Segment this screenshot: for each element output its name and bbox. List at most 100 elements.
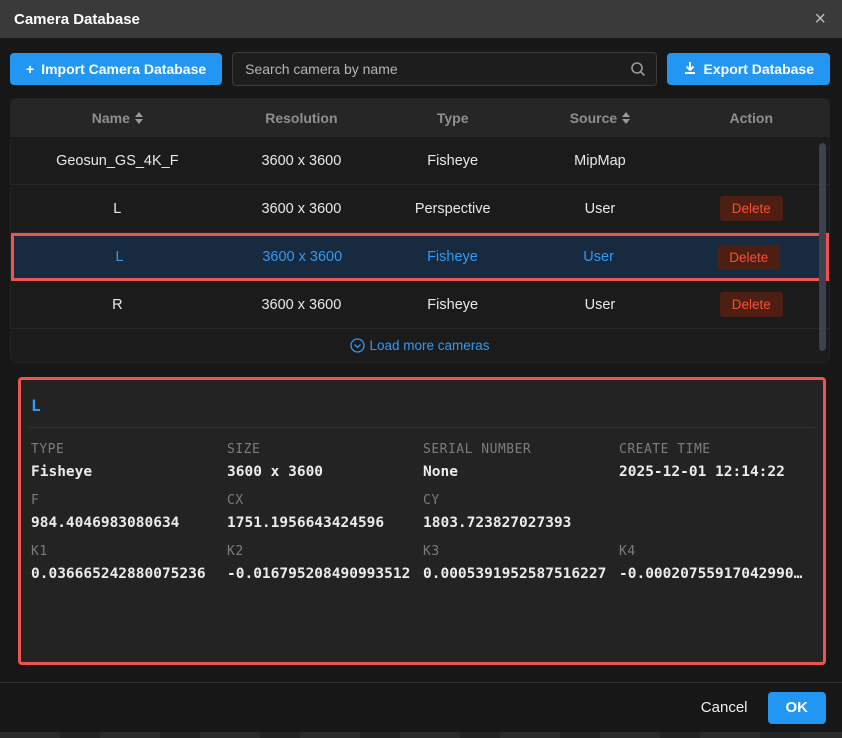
column-header-name[interactable]: Name [11, 110, 224, 126]
column-header-label: Resolution [265, 110, 337, 126]
chevron-down-circle-icon [350, 338, 365, 353]
field-value: 984.4046983080634 [31, 515, 227, 531]
table-row[interactable]: L3600 x 3600FisheyeUser Delete [11, 233, 829, 281]
cell-type: Perspective [379, 201, 526, 217]
column-header-label: Name [92, 110, 130, 126]
table-row[interactable]: Geosun_GS_4K_F3600 x 3600FisheyeMipMap [11, 137, 829, 185]
dialog-titlebar: Camera Database × [0, 0, 842, 38]
cell-name: Geosun_GS_4K_F [11, 153, 224, 169]
cancel-button[interactable]: Cancel [701, 699, 748, 716]
details-field-k2: K2 -0.016795208490993512 [227, 544, 423, 582]
table-body: Geosun_GS_4K_F3600 x 3600FisheyeMipMapL3… [11, 137, 829, 329]
details-fields: TYPEFisheyeSIZE 3600 x 3600SERIAL NUMBERN… [29, 442, 815, 582]
details-field-serial-number: SERIAL NUMBERNone [423, 442, 619, 480]
toolbar: + Import Camera Database Export Database [0, 38, 842, 98]
cell-source: User [526, 201, 673, 217]
search-icon [630, 61, 646, 77]
details-field-cx: CX 1751.1956643424596 [227, 493, 423, 531]
cell-action: Delete [674, 292, 829, 317]
details-field-f: F 984.4046983080634 [31, 493, 227, 531]
column-header-label: Type [437, 110, 469, 126]
details-field-k4: K4 -0.00020755917042990… [619, 544, 815, 582]
export-button-label: Export Database [704, 61, 814, 77]
field-label: SIZE [227, 442, 423, 457]
details-field-create-time: CREATE TIME 2025-12-01 12:14:22 [619, 442, 815, 480]
field-value: 1803.723827027393 [423, 515, 619, 531]
background-window-strip [0, 732, 842, 738]
cell-resolution: 3600 x 3600 [224, 201, 379, 217]
details-field-size: SIZE 3600 x 3600 [227, 442, 423, 480]
details-field-k1: K1 0.036665242880075236 [31, 544, 227, 582]
cell-resolution: 3600 x 3600 [224, 297, 379, 313]
dialog-title: Camera Database [14, 11, 140, 28]
field-label: K3 [423, 544, 619, 559]
ok-button[interactable]: OK [768, 692, 827, 724]
details-field-group: K1 0.036665242880075236K2 -0.0167952084909… [29, 544, 815, 582]
details-field-group: F 984.4046983080634CX 1751.1956643424596CY… [29, 493, 815, 531]
details-camera-name: L [29, 390, 815, 427]
delete-button[interactable]: Delete [717, 245, 780, 270]
load-more-cameras[interactable]: Load more cameras [11, 329, 829, 362]
field-label: SERIAL NUMBER [423, 442, 619, 457]
import-camera-database-button[interactable]: + Import Camera Database [10, 53, 222, 85]
field-label: TYPE [31, 442, 227, 457]
cell-type: Fisheye [379, 297, 526, 313]
details-field-type: TYPEFisheye [31, 442, 227, 480]
table-header-row: Name Resolution Type Source Action [11, 99, 829, 137]
details-field-group: TYPEFisheyeSIZE 3600 x 3600SERIAL NUMBERN… [29, 442, 815, 480]
column-header-source[interactable]: Source [526, 110, 673, 126]
field-value: -0.00020755917042990… [619, 566, 815, 582]
field-label: K4 [619, 544, 815, 559]
field-label: CX [227, 493, 423, 508]
column-header-type: Type [379, 110, 526, 126]
cell-source: User [526, 249, 672, 265]
field-label: F [31, 493, 227, 508]
delete-button[interactable]: Delete [720, 292, 783, 317]
table-row[interactable]: R3600 x 3600FisheyeUser Delete [11, 281, 829, 329]
details-field-cy: CY 1803.723827027393 [423, 493, 619, 531]
dialog-footer: Cancel OK [0, 682, 842, 732]
table-row[interactable]: L3600 x 3600PerspectiveUser Delete [11, 185, 829, 233]
field-label: CREATE TIME [619, 442, 815, 457]
cell-name: L [11, 201, 224, 217]
cell-type: Fisheye [379, 153, 526, 169]
load-more-label: Load more cameras [369, 338, 489, 353]
plus-icon: + [26, 61, 34, 77]
import-button-label: Import Camera Database [41, 61, 206, 77]
field-value: -0.016795208490993512 [227, 566, 423, 582]
column-header-label: Action [729, 110, 773, 126]
export-database-button[interactable]: Export Database [667, 53, 830, 85]
field-label: CY [423, 493, 619, 508]
cell-action: Delete [674, 196, 829, 221]
column-header-action: Action [674, 110, 829, 126]
delete-button[interactable]: Delete [720, 196, 783, 221]
column-header-label: Source [570, 110, 617, 126]
camera-database-dialog: Camera Database × + Import Camera Databa… [0, 0, 842, 665]
cell-resolution: 3600 x 3600 [224, 153, 379, 169]
field-value: 0.036665242880075236 [31, 566, 227, 582]
field-value: 0.0005391952587516227 [423, 566, 619, 582]
cell-type: Fisheye [379, 249, 525, 265]
download-icon [683, 61, 697, 78]
cell-name: R [11, 297, 224, 313]
details-divider [29, 427, 815, 428]
field-value: 3600 x 3600 [227, 464, 423, 480]
search-box [232, 52, 656, 86]
field-label: K1 [31, 544, 227, 559]
camera-table: Name Resolution Type Source Action Geosun_GS… [10, 98, 830, 363]
field-value: 2025-12-01 12:14:22 [619, 464, 815, 480]
sort-icon [622, 112, 630, 124]
field-label: K2 [227, 544, 423, 559]
cell-source: User [526, 297, 673, 313]
vertical-scrollbar[interactable] [819, 143, 826, 351]
sort-icon [135, 112, 143, 124]
close-icon[interactable]: × [812, 9, 828, 29]
details-field-k3: K3 0.0005391952587516227 [423, 544, 619, 582]
column-header-resolution: Resolution [224, 110, 379, 126]
cell-name: L [14, 249, 225, 265]
search-input[interactable] [233, 61, 655, 77]
cell-resolution: 3600 x 3600 [225, 249, 379, 265]
cell-action: Delete [672, 245, 826, 270]
field-value: 1751.1956643424596 [227, 515, 423, 531]
cell-source: MipMap [526, 153, 673, 169]
